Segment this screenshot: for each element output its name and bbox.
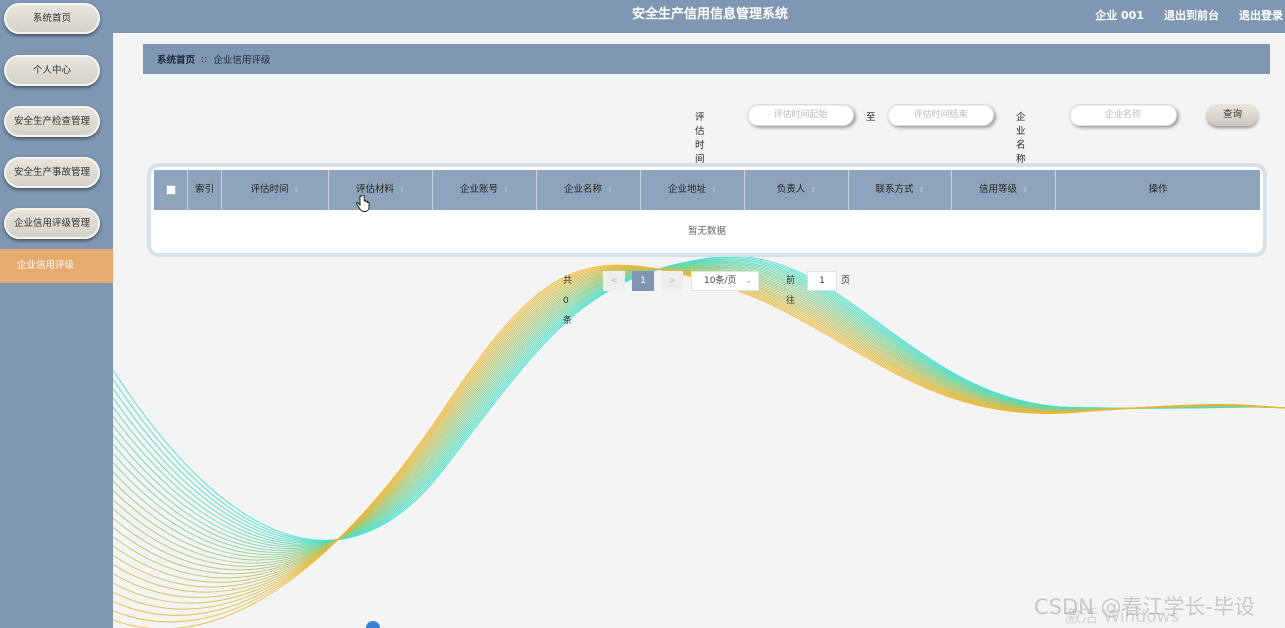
- start-time-input[interactable]: 评估时间起始: [747, 104, 854, 126]
- column-label: 企业名称: [564, 184, 603, 195]
- column-header-person-in-charge[interactable]: 负责人 ⇕: [745, 170, 849, 210]
- wave-line: [113, 268, 1285, 588]
- wave-line: [113, 268, 1285, 564]
- wave-line: [113, 262, 1285, 546]
- column-header-company-name[interactable]: 企业名称 ⇕: [537, 170, 641, 210]
- sort-icon[interactable]: ⇕: [399, 186, 405, 194]
- breadcrumb-current: 企业信用评级: [213, 55, 271, 66]
- sort-icon[interactable]: ⇕: [503, 186, 509, 194]
- page-size-value: 10条/页: [704, 276, 737, 286]
- column-header-company-account[interactable]: 企业账号 ⇕: [433, 170, 537, 210]
- column-header-index: 索引: [188, 170, 222, 210]
- column-label: 评估时间: [250, 184, 289, 195]
- top-header: 安全生产信用信息管理系统 企业 001 退出到前台 退出登录: [0, 0, 1285, 33]
- sidebar-subitem-credit-rating[interactable]: 企业信用评级: [0, 249, 113, 283]
- wave-line: [113, 255, 1285, 541]
- wave-line: [113, 268, 1285, 567]
- column-header-credit-level[interactable]: 信用等级 ⇕: [952, 170, 1056, 210]
- column-label: 负责人: [776, 184, 806, 195]
- wave-line: [113, 266, 1285, 556]
- goto-label: 前往: [786, 276, 796, 306]
- column-header-company-address[interactable]: 企业地址 ⇕: [641, 170, 745, 210]
- wave-line: [113, 265, 1285, 551]
- to-label: 至: [866, 112, 876, 123]
- wave-line: [113, 256, 1285, 542]
- column-label: 信用等级: [979, 184, 1018, 195]
- column-label: 索引: [194, 184, 214, 195]
- select-all-checkbox[interactable]: [165, 185, 176, 195]
- wave-line: [113, 268, 1285, 579]
- query-button[interactable]: 查询: [1207, 104, 1258, 126]
- goto-page-input[interactable]: 1: [807, 271, 837, 291]
- wave-line: [113, 258, 1285, 542]
- wave-line: [113, 259, 1285, 543]
- breadcrumb: 系统首页 :: 企业信用评级: [143, 44, 1270, 74]
- end-time-input[interactable]: 评估时间结束: [887, 104, 994, 126]
- wave-line: [113, 266, 1285, 616]
- sidebar-item-home[interactable]: 系统首页: [4, 3, 100, 34]
- sort-icon[interactable]: ⇕: [919, 186, 925, 194]
- sort-icon[interactable]: ⇕: [711, 186, 717, 194]
- wave-line: [113, 265, 1285, 623]
- chevron-down-icon: ⌄: [745, 276, 752, 285]
- sort-icon[interactable]: ⇕: [607, 186, 613, 194]
- page-unit-label: 页: [841, 276, 851, 286]
- sort-icon[interactable]: ⇕: [294, 186, 300, 194]
- wave-line: [113, 268, 1285, 575]
- sidebar: 系统首页 个人中心 安全生产检查管理 安全生产事故管理 企业信用评级管理 企业信…: [0, 0, 113, 628]
- prev-page-button[interactable]: <: [603, 271, 625, 291]
- logout-link[interactable]: 退出登录: [1239, 7, 1283, 23]
- sort-icon[interactable]: ⇕: [1022, 186, 1028, 194]
- total-count: 共 0 条: [563, 276, 573, 326]
- column-header-eval-material[interactable]: 评估材料 ⇕: [329, 170, 433, 210]
- wave-line: [113, 267, 1285, 604]
- app-title: 安全生产信用信息管理系统: [631, 7, 788, 22]
- select-all-cell: [154, 170, 188, 210]
- sidebar-item-personal-center[interactable]: 个人中心: [4, 55, 100, 86]
- wave-line: [113, 264, 1285, 628]
- wave-line: [113, 261, 1285, 545]
- wave-line: [113, 264, 1285, 549]
- csdn-watermark: CSDN @春江学长-毕设: [1034, 595, 1256, 619]
- sidebar-item-accident-management[interactable]: 安全生产事故管理: [4, 157, 100, 188]
- table-header: 索引 评估时间 ⇕ 评估材料 ⇕ 企业账号 ⇕ 企业名称 ⇕ 企业地址 ⇕ 负责人 ⇕ 联系…: [154, 170, 1260, 210]
- column-label: 操作: [1148, 184, 1168, 195]
- wave-line: [113, 260, 1285, 544]
- wave-line: [113, 263, 1285, 548]
- company-name-input[interactable]: 企业名称: [1069, 104, 1177, 126]
- column-label: 评估材料: [356, 184, 395, 195]
- column-header-actions: 操作: [1056, 170, 1260, 210]
- wave-line: [113, 267, 1285, 558]
- company-name-label: 企业名称: [1016, 112, 1026, 165]
- breadcrumb-home[interactable]: 系统首页: [157, 52, 195, 66]
- back-to-front-link[interactable]: 退出到前台: [1164, 7, 1219, 23]
- page-number-button[interactable]: 1: [632, 271, 654, 291]
- empty-state-text: 暂无数据: [687, 226, 726, 237]
- hand-cursor-icon: [356, 195, 370, 212]
- breadcrumb-separator: ::: [201, 53, 208, 65]
- column-label: 联系方式: [875, 184, 914, 195]
- column-header-eval-time[interactable]: 评估时间 ⇕: [222, 170, 329, 210]
- next-page-button[interactable]: >: [661, 271, 683, 291]
- wave-line: [113, 266, 1285, 610]
- current-user[interactable]: 企业 001: [1095, 7, 1144, 23]
- sort-icon[interactable]: ⇕: [810, 186, 816, 194]
- column-header-contact[interactable]: 联系方式 ⇕: [849, 170, 952, 210]
- data-table: 索引 评估时间 ⇕ 评估材料 ⇕ 企业账号 ⇕ 企业名称 ⇕ 企业地址 ⇕ 负责人 ⇕ 联系…: [147, 163, 1267, 257]
- column-label: 企业地址: [668, 184, 707, 195]
- column-label: 企业账号: [460, 184, 499, 195]
- floating-dot-icon: [366, 621, 380, 628]
- sidebar-item-credit-rating-management[interactable]: 企业信用评级管理: [4, 208, 100, 239]
- page-size-select[interactable]: 10条/页 ⌄: [691, 271, 759, 291]
- wave-line: [113, 267, 1285, 561]
- background-wave-decoration: [113, 255, 1285, 628]
- sidebar-item-inspection-management[interactable]: 安全生产检查管理: [4, 106, 100, 137]
- wave-line: [113, 268, 1285, 571]
- time-label: 评估时间: [695, 112, 705, 165]
- wave-line: [113, 267, 1285, 598]
